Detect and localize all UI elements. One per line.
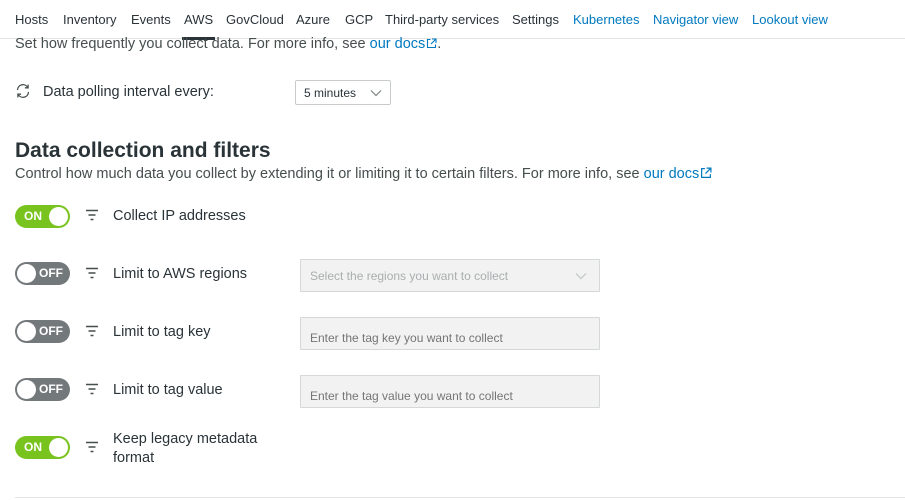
tag-value-toggle[interactable]: OFF: [15, 378, 70, 401]
toggle-state-label: OFF: [39, 266, 63, 280]
tag-value-label: Limit to tag value: [113, 382, 223, 398]
polling-interval-row: Data polling interval every: 5 minutes: [15, 80, 415, 106]
toggle-knob: [17, 264, 36, 283]
tab-navigator-view[interactable]: Navigator view: [653, 12, 738, 27]
filter-icon: [86, 209, 98, 221]
polling-interval-select[interactable]: 5 minutes: [295, 80, 391, 105]
tab-third-party-services[interactable]: Third-party services: [385, 12, 499, 27]
section-title: Data collection and filters: [15, 139, 271, 162]
toggle-state-label: ON: [24, 209, 42, 223]
docs-link-label: our docs: [369, 36, 426, 52]
polling-intro-suffix: .: [437, 36, 442, 52]
aws-regions-label: Limit to AWS regions: [113, 266, 248, 282]
sync-icon: [16, 84, 30, 98]
aws-regions-select[interactable]: Select the regions you want to collect: [300, 259, 600, 292]
collect-ip-label: Collect IP addresses: [113, 208, 246, 224]
tab-events[interactable]: Events: [131, 12, 171, 27]
tab-inventory[interactable]: Inventory: [63, 12, 116, 27]
polling-interval-value: 5 minutes: [304, 86, 357, 100]
chevron-down-icon: [575, 273, 587, 280]
tab-gcp[interactable]: GCP: [345, 12, 373, 27]
collect-ip-toggle[interactable]: ON: [15, 205, 70, 228]
section-docs-link-label: our docs: [643, 166, 700, 182]
filter-row-aws-regions: OFF Limit to AWS regions Select the regi…: [15, 259, 615, 299]
filter-row-legacy-metadata: ON Keep legacy metadata format: [15, 429, 615, 471]
aws-regions-placeholder: Select the regions you want to collect: [310, 269, 509, 283]
polling-intro: Set how frequently you collect data. For…: [15, 36, 441, 52]
toggle-state-label: OFF: [39, 382, 63, 396]
toggle-knob: [17, 322, 36, 341]
toggle-state-label: OFF: [39, 324, 63, 338]
tag-key-label: Limit to tag key: [113, 324, 211, 340]
aws-regions-toggle[interactable]: OFF: [15, 262, 70, 285]
section-docs-link[interactable]: our docs: [644, 166, 713, 182]
filter-icon: [86, 267, 98, 279]
toggle-knob: [49, 207, 68, 226]
section-description: Control how much data you collect by ext…: [15, 166, 712, 182]
chevron-down-icon: [370, 90, 382, 97]
legacy-metadata-label: Keep legacy metadata format: [113, 431, 258, 466]
polling-interval-label: Data polling interval every:: [43, 84, 214, 100]
toggle-knob: [49, 438, 68, 457]
toggle-state-label: ON: [24, 440, 42, 454]
section-description-text: Control how much data you collect by ext…: [15, 166, 644, 182]
tab-govcloud[interactable]: GovCloud: [226, 12, 284, 27]
external-link-icon: [701, 167, 712, 178]
docs-link[interactable]: our docs: [370, 36, 438, 52]
toggle-knob: [17, 380, 36, 399]
filter-icon: [86, 383, 98, 395]
tab-azure[interactable]: Azure: [296, 12, 330, 27]
tab-lookout-view[interactable]: Lookout view: [752, 12, 828, 27]
tab-kubernetes[interactable]: Kubernetes: [573, 12, 640, 27]
filter-icon: [86, 441, 98, 453]
external-link-icon: [427, 38, 437, 49]
polling-intro-text: Set how frequently you collect data. For…: [15, 36, 370, 52]
tab-settings[interactable]: Settings: [512, 12, 559, 27]
filter-row-collect-ip: ON Collect IP addresses: [15, 204, 615, 244]
filter-row-tag-value: OFF Limit to tag value: [15, 375, 615, 415]
tag-key-toggle[interactable]: OFF: [15, 320, 70, 343]
legacy-metadata-toggle[interactable]: ON: [15, 436, 70, 459]
divider: [15, 497, 905, 498]
filter-row-tag-key: OFF Limit to tag key: [15, 317, 615, 357]
top-nav: Hosts Inventory Events AWS GovCloud Azur…: [0, 0, 905, 40]
tag-key-input[interactable]: [300, 317, 600, 350]
tab-hosts[interactable]: Hosts: [15, 12, 48, 27]
tag-value-input[interactable]: [300, 375, 600, 408]
filter-icon: [86, 325, 98, 337]
tab-aws[interactable]: AWS: [181, 12, 216, 40]
